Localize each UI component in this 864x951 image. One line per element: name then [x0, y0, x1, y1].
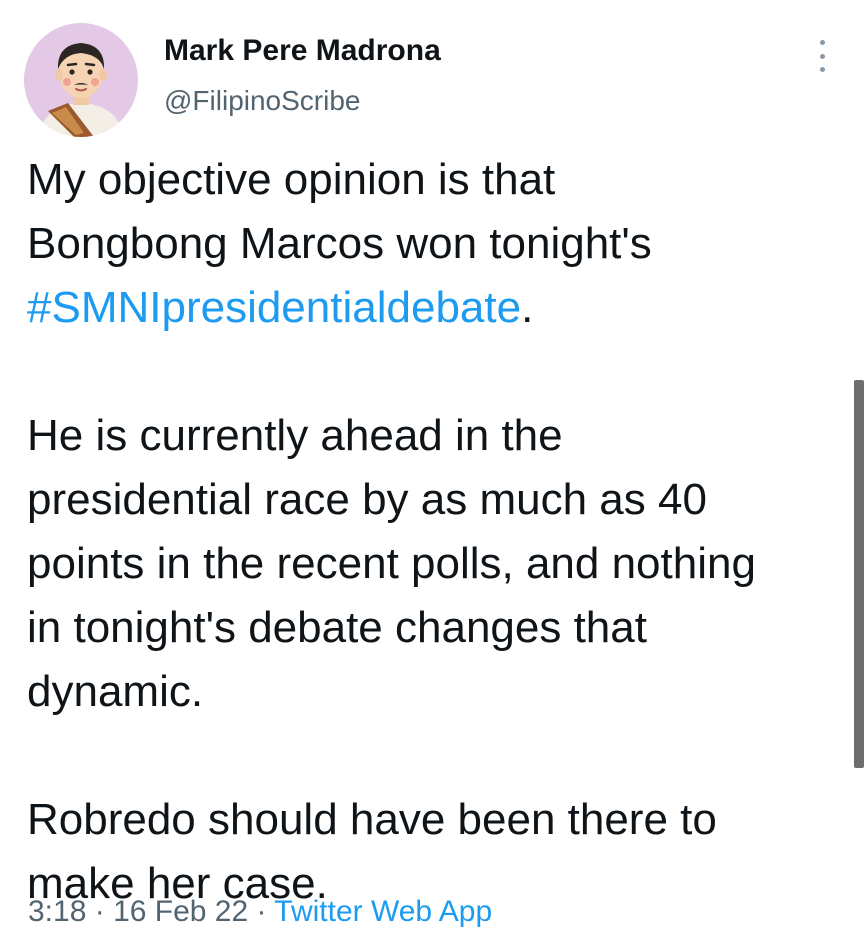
tweet-time[interactable]: 3:18 — [28, 895, 86, 928]
tweet-text: My objective opinion is that Bongbong Ma… — [27, 148, 847, 916]
tweet-line: #SMNIpresidentialdebate. — [27, 276, 847, 340]
more-dot — [819, 53, 825, 59]
more-dot — [819, 67, 825, 72]
tweet-line: presidential race by as much as 40 — [27, 475, 707, 524]
more-dot — [819, 40, 825, 45]
hashtag-link[interactable]: #SMNIpresidentialdebate — [27, 283, 521, 332]
tweet-line: Robredo should have been there to — [27, 795, 717, 844]
avatar-illustration — [38, 43, 124, 137]
tweet-metadata: 3:18 · 16 Feb 22 · Twitter Web App — [28, 895, 492, 929]
tweet-line: My objective opinion is that — [27, 155, 556, 204]
tweet-line: points in the recent polls, and nothing — [27, 539, 756, 588]
user-handle[interactable]: @FilipinoScribe — [164, 85, 361, 117]
scrollbar-thumb[interactable] — [854, 380, 864, 768]
display-name[interactable]: Mark Pere Madrona — [164, 34, 441, 68]
tweet-source-link[interactable]: Twitter Web App — [274, 895, 492, 928]
meta-separator: · — [248, 895, 275, 928]
tweet-date[interactable]: 16 Feb 22 — [113, 895, 248, 928]
hashtag-tail: . — [521, 283, 534, 332]
more-options-icon[interactable] — [810, 40, 834, 72]
tweet-line: He is currently ahead in the — [27, 411, 563, 460]
meta-separator: · — [86, 895, 114, 928]
avatar[interactable] — [24, 23, 138, 137]
tweet-line: Bongbong Marcos won tonight's — [27, 219, 652, 268]
tweet-line: in tonight's debate changes that — [27, 603, 647, 652]
tweet-line: dynamic. — [27, 667, 204, 716]
